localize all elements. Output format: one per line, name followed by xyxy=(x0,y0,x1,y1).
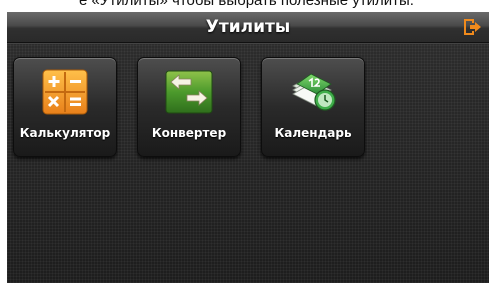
instruction-caption-text: е «Утилиты» чтобы выбрать полезные утили… xyxy=(79,0,414,9)
converter-icon xyxy=(165,70,213,114)
instruction-caption: е «Утилиты» чтобы выбрать полезные утили… xyxy=(0,0,493,12)
calendar-icon xyxy=(292,73,336,111)
exit-arrow-icon xyxy=(464,19,481,35)
calendar-button[interactable]: Календарь xyxy=(261,57,365,157)
navigator-screen: Утилиты Калькулятор Конвертер Календарь xyxy=(7,12,489,283)
page-title: Утилиты xyxy=(205,17,291,37)
calculator-label: Калькулятор xyxy=(19,126,111,140)
calculator-icon xyxy=(42,69,88,115)
title-bar: Утилиты xyxy=(7,12,489,43)
converter-button[interactable]: Конвертер xyxy=(137,57,241,157)
calendar-label: Календарь xyxy=(274,126,352,140)
calculator-button[interactable]: Калькулятор xyxy=(13,57,117,157)
converter-label: Конвертер xyxy=(151,126,227,140)
exit-button[interactable] xyxy=(461,16,483,38)
